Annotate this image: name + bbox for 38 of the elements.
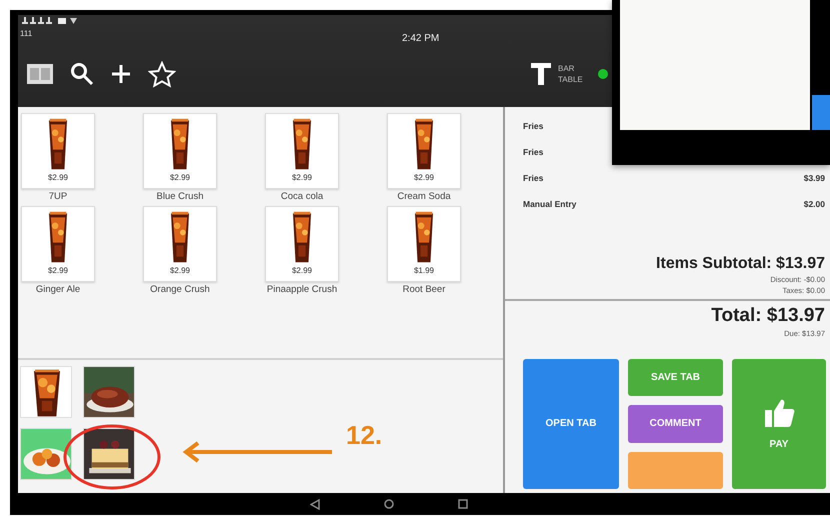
- order-item-price: $2.00: [804, 199, 825, 209]
- product-price: $2.99: [48, 173, 68, 182]
- table-name: BAR TABLE: [558, 63, 584, 85]
- order-item-price: $3.99: [804, 173, 825, 183]
- order-item-name: Fries: [522, 121, 544, 131]
- product-tile[interactable]: $1.99: [387, 206, 461, 282]
- order-item-name: Manual Entry: [522, 199, 576, 209]
- product-tile[interactable]: $2.99: [265, 206, 339, 282]
- annotation-label: 12.: [346, 420, 382, 451]
- product-price: $1.99: [414, 266, 434, 275]
- action-button[interactable]: COMMENT: [628, 405, 723, 443]
- subtotal: Items Subtotal: $13.97: [656, 255, 825, 273]
- status-text: 111: [20, 29, 32, 38]
- product-name: Orange Crush: [150, 284, 210, 295]
- product-price: $2.99: [170, 173, 190, 182]
- order-item-name: Fries: [522, 147, 544, 157]
- product-name: Ginger Ale: [36, 284, 80, 295]
- product-price: $2.99: [292, 173, 312, 182]
- product-name: Coca cola: [280, 191, 324, 202]
- product-tile[interactable]: $2.99: [265, 113, 339, 189]
- product-tile[interactable]: $2.99: [387, 113, 461, 189]
- order-item-name: Fries: [522, 173, 544, 183]
- product-tile[interactable]: $2.99: [143, 113, 217, 189]
- product-name: Pinaapple Crush: [266, 284, 338, 295]
- product-name: Root Beer: [402, 284, 446, 295]
- product-tile[interactable]: $2.99: [21, 206, 95, 282]
- product-name: 7UP: [48, 191, 68, 202]
- product-price: $2.99: [414, 173, 434, 182]
- product-tile[interactable]: $2.99: [21, 113, 95, 189]
- product-name: Cream Soda: [397, 191, 451, 202]
- product-name: Blue Crush: [156, 191, 204, 202]
- product-tile[interactable]: $2.99: [143, 206, 217, 282]
- product-price: $2.99: [292, 266, 312, 275]
- product-price: $2.99: [48, 266, 68, 275]
- product-price: $2.99: [170, 266, 190, 275]
- total: Total: $13.97: [711, 305, 825, 327]
- clock: 2:42 PM: [402, 33, 440, 44]
- action-button[interactable]: OPEN TAB: [523, 359, 619, 489]
